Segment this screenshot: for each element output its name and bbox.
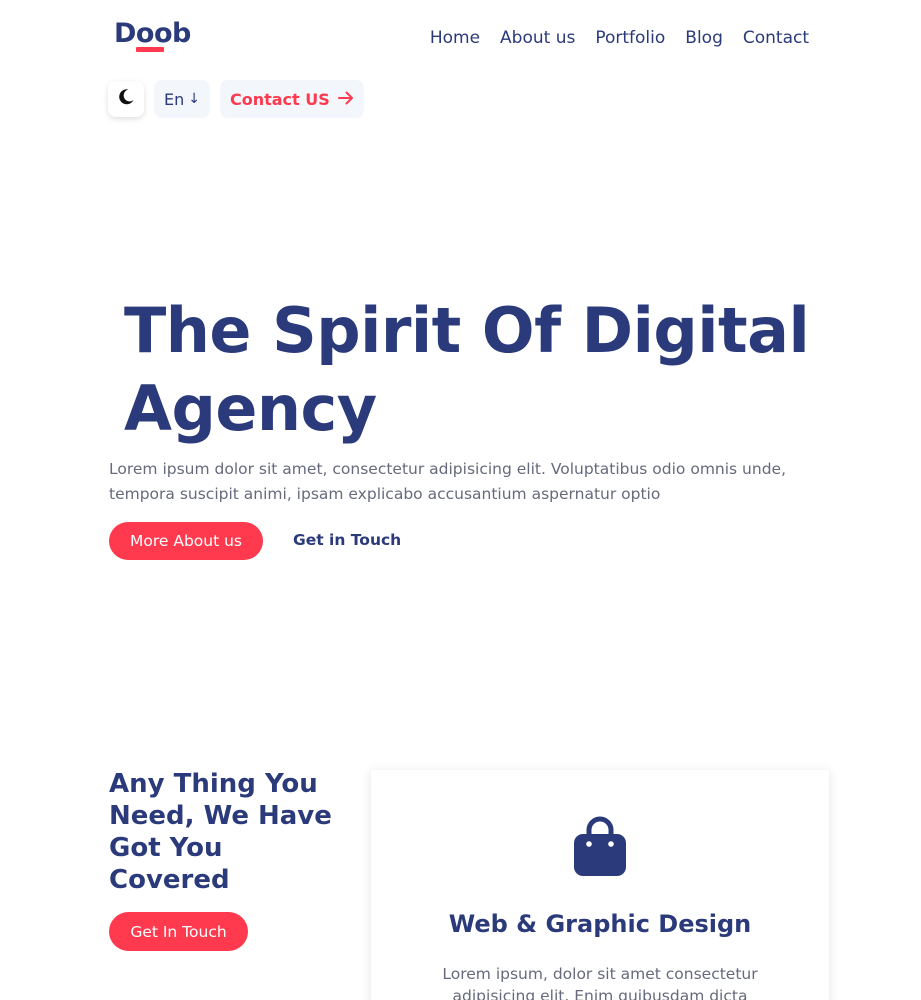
- main-nav: Home About us Portfolio Blog Contact: [410, 28, 809, 48]
- arrow-right-icon: [337, 90, 354, 109]
- theme-toggle-button[interactable]: [108, 81, 144, 117]
- contact-us-label: Contact US: [229, 89, 330, 109]
- get-in-touch-link[interactable]: Get in Touch: [293, 531, 401, 549]
- services-heading: Any Thing You Need, We Have Got You Cove…: [109, 769, 332, 895]
- service-card-text: Lorem ipsum, dolor sit amet consectetur …: [442, 965, 758, 1000]
- logo[interactable]: Doob: [114, 18, 191, 49]
- hero-title-line2: Agency: [124, 372, 377, 445]
- arrow-down-icon: ↓: [188, 91, 200, 107]
- nav-contact[interactable]: Contact: [743, 28, 809, 48]
- nav-about[interactable]: About us: [500, 28, 575, 48]
- language-label: En: [164, 89, 185, 109]
- service-card-title: Web & Graphic Design: [448, 910, 752, 938]
- shopping-bag-icon: [571, 816, 629, 882]
- header-tools: En ↓ Contact US: [108, 80, 364, 118]
- nav-portfolio[interactable]: Portfolio: [595, 28, 665, 48]
- hero-description: Lorem ipsum dolor sit amet, consectetur …: [109, 460, 786, 503]
- hero-title: The Spirit Of Digital Agency: [124, 292, 824, 448]
- page: Doob Home About us Portfolio Blog Contac…: [0, 0, 921, 1000]
- contact-us-button[interactable]: Contact US: [219, 80, 364, 118]
- nav-home[interactable]: Home: [430, 28, 480, 48]
- logo-underline: [136, 47, 164, 52]
- moon-icon: [116, 87, 136, 111]
- get-in-touch-button[interactable]: Get In Touch: [109, 912, 248, 951]
- hero-title-line1: The Spirit Of Digital: [124, 294, 810, 367]
- more-about-us-button[interactable]: More About us: [109, 522, 263, 560]
- nav-blog[interactable]: Blog: [685, 28, 723, 48]
- service-card: Web & Graphic Design Lorem ipsum, dolor …: [371, 770, 829, 1000]
- language-selector[interactable]: En ↓: [154, 80, 210, 118]
